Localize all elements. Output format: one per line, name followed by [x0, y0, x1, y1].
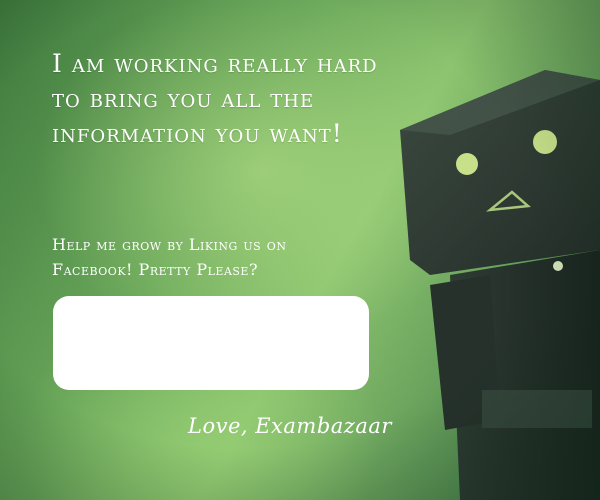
robot-figure-image — [400, 70, 600, 500]
robot-chest-light — [553, 261, 563, 271]
headline-text: I am working really hard to bring you al… — [52, 49, 378, 148]
signature-text: Love, Exambazaar — [188, 414, 392, 438]
robot-left-eye — [456, 153, 478, 175]
facebook-like-request-text: Help me grow by Liking us on Facebook! P… — [52, 235, 287, 279]
robot-right-eye — [533, 130, 557, 154]
robot-body — [430, 250, 600, 500]
blank-white-box — [53, 296, 369, 390]
robot-head — [400, 70, 600, 275]
promo-card: I am working really hard to bring you al… — [0, 0, 600, 500]
